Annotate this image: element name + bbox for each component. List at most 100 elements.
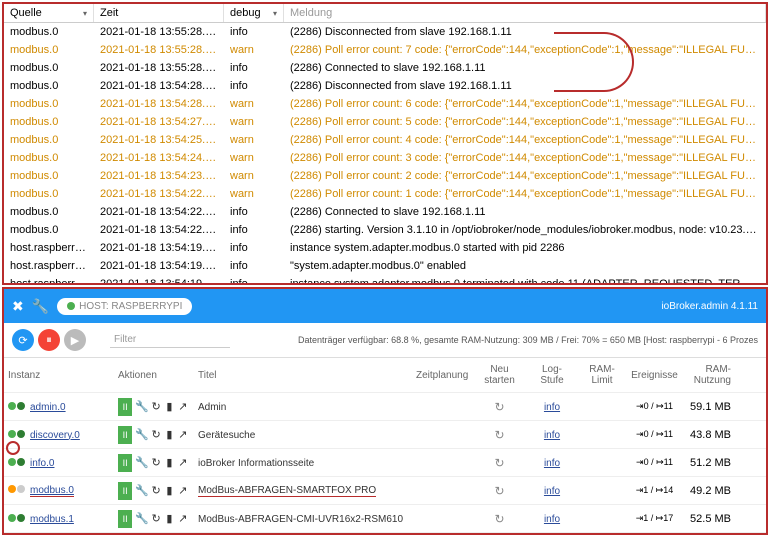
status-bullet	[8, 458, 16, 466]
log-level: info	[224, 258, 284, 274]
status-bullet	[8, 402, 16, 410]
link-icon[interactable]: ↗	[177, 484, 189, 497]
instance-row: admin.0II🔧↻▮↗Admin↻info⇥0 / ↦1159.1 MB	[4, 393, 766, 421]
events-value: ⇥1 / ↦14	[627, 483, 682, 498]
hdr-titel: Titel	[194, 368, 412, 383]
dropdown-icon[interactable]: ▾	[273, 9, 277, 18]
log-level: info	[224, 276, 284, 283]
ram-value: 49.2 MB	[682, 483, 737, 499]
col-debug[interactable]: debug▾	[224, 4, 284, 22]
log-body[interactable]: modbus.02021-01-18 13:55:28.246info(2286…	[4, 23, 766, 283]
reload-icon[interactable]: ↻	[150, 484, 162, 497]
status-bullet	[8, 430, 16, 438]
events-value: ⇥0 / ↦11	[627, 427, 682, 442]
log-level: warn	[224, 168, 284, 184]
link-icon[interactable]: ↗	[177, 512, 189, 525]
link-icon[interactable]: ↗	[177, 428, 189, 441]
settings-icon[interactable]: 🔧	[135, 400, 149, 413]
log-time: 2021-01-18 13:54:22.137	[94, 222, 224, 238]
status-bullet	[17, 458, 25, 466]
log-message: (2286) Poll error count: 3 code: {"error…	[284, 150, 766, 166]
instance-header: Instanz Aktionen Titel Zeitplanung Neu s…	[4, 358, 766, 393]
log-row: modbus.02021-01-18 13:54:22.804warn(2286…	[4, 185, 766, 203]
menu-icon[interactable]: ✖	[12, 298, 24, 315]
reload-icon[interactable]: ↻	[150, 512, 162, 525]
pause-button[interactable]: II	[118, 482, 132, 500]
refresh-button[interactable]: ⟳	[12, 329, 34, 351]
restart-icon[interactable]: ↻	[494, 456, 504, 470]
pause-button[interactable]: II	[118, 510, 132, 528]
instance-link[interactable]: modbus.1	[30, 514, 74, 525]
log-level: info	[224, 24, 284, 40]
reload-icon[interactable]: ↻	[150, 428, 162, 441]
action-bar: II🔧↻▮↗	[118, 454, 190, 472]
stop-button[interactable]: ⏸	[38, 329, 60, 351]
settings-icon[interactable]: 🔧	[135, 456, 149, 469]
settings-icon[interactable]: 🔧	[135, 428, 149, 441]
hdr-ramn: RAM-Nutzung	[682, 362, 737, 388]
dropdown-icon[interactable]: ▾	[83, 9, 87, 18]
wrench-icon[interactable]: 🔧	[32, 298, 49, 315]
restart-icon[interactable]: ↻	[494, 484, 504, 498]
log-source: modbus.0	[4, 186, 94, 202]
delete-icon[interactable]: ▮	[163, 400, 175, 413]
log-panel: Quelle▾ Zeit debug▾ Meldung modbus.02021…	[2, 2, 768, 285]
restart-icon[interactable]: ↻	[494, 512, 504, 526]
log-level-select[interactable]: info	[544, 486, 560, 497]
reload-icon[interactable]: ↻	[150, 456, 162, 469]
link-icon[interactable]: ↗	[177, 400, 189, 413]
instance-title[interactable]: Admin	[198, 402, 226, 413]
restart-icon[interactable]: ↻	[494, 428, 504, 442]
log-row: modbus.02021-01-18 13:54:22.775info(2286…	[4, 203, 766, 221]
restart-icon[interactable]: ↻	[494, 400, 504, 414]
log-table-header: Quelle▾ Zeit debug▾ Meldung	[4, 4, 766, 23]
settings-icon[interactable]: 🔧	[135, 512, 149, 525]
instance-link[interactable]: info.0	[30, 458, 54, 469]
instance-row: info.0II🔧↻▮↗ioBroker Informationsseite↻i…	[4, 449, 766, 477]
settings-icon[interactable]: 🔧	[135, 484, 149, 497]
events-value: ⇥0 / ↦11	[627, 455, 682, 470]
instance-title[interactable]: ModBus-ABFRAGEN-CMI-UVR16x2-RSM610	[198, 514, 403, 525]
log-time: 2021-01-18 13:54:24.935	[94, 150, 224, 166]
log-row: modbus.02021-01-18 13:54:28.118warn(2286…	[4, 95, 766, 113]
log-message: instance system.adapter.modbus.0 started…	[284, 240, 766, 256]
col-zeit: Zeit	[94, 4, 224, 22]
log-level-select[interactable]: info	[544, 430, 560, 441]
status-bullet	[17, 430, 25, 438]
link-icon[interactable]: ↗	[177, 456, 189, 469]
delete-icon[interactable]: ▮	[163, 512, 175, 525]
log-time: 2021-01-18 13:55:28.246	[94, 24, 224, 40]
log-source: modbus.0	[4, 150, 94, 166]
instance-link[interactable]: admin.0	[30, 402, 66, 413]
log-time: 2021-01-18 13:54:19.763	[94, 240, 224, 256]
reload-icon[interactable]: ↻	[150, 400, 162, 413]
log-level: warn	[224, 150, 284, 166]
instance-title[interactable]: Gerätesuche	[198, 430, 255, 441]
log-level-select[interactable]: info	[544, 458, 560, 469]
delete-icon[interactable]: ▮	[163, 428, 175, 441]
log-row: modbus.02021-01-18 13:55:28.246info(2286…	[4, 23, 766, 41]
log-level-select[interactable]: info	[544, 514, 560, 525]
hdr-zeit: Zeitplanung	[412, 368, 472, 383]
instance-title[interactable]: ioBroker Informationsseite	[198, 458, 314, 469]
instance-link[interactable]: discovery.0	[30, 430, 80, 441]
delete-icon[interactable]: ▮	[163, 484, 175, 497]
log-level-select[interactable]: info	[544, 402, 560, 413]
play-button[interactable]: ▶	[64, 329, 86, 351]
log-message: (2286) Poll error count: 4 code: {"error…	[284, 132, 766, 148]
pause-button[interactable]: II	[118, 398, 132, 416]
log-message: (2286) Connected to slave 192.168.1.11	[284, 204, 766, 220]
instance-link[interactable]: modbus.0	[30, 485, 74, 497]
delete-icon[interactable]: ▮	[163, 456, 175, 469]
log-level: warn	[224, 96, 284, 112]
ram-value: 51.2 MB	[682, 455, 737, 471]
pause-button[interactable]: II	[118, 426, 132, 444]
ram-value: 43.8 MB	[682, 427, 737, 443]
host-selector[interactable]: HOST: RASPBERRYPI	[57, 298, 192, 315]
log-message: (2286) Poll error count: 6 code: {"error…	[284, 96, 766, 112]
filter-input[interactable]: Filter	[110, 332, 230, 348]
log-message: (2286) Connected to slave 192.168.1.11	[284, 60, 766, 76]
instance-title[interactable]: ModBus-ABFRAGEN-SMARTFOX PRO	[198, 485, 376, 497]
pause-button[interactable]: II	[118, 454, 132, 472]
col-quelle[interactable]: Quelle▾	[4, 4, 94, 22]
